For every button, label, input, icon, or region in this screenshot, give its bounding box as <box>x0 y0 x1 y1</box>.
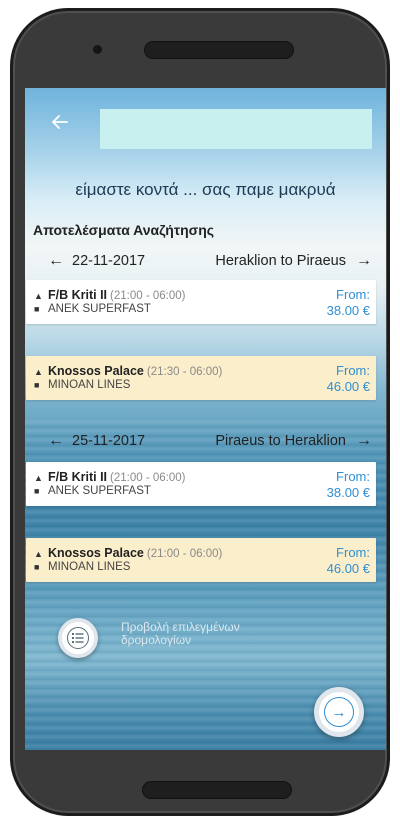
result-card-selected[interactable]: ▲ Knossos Palace (21:30 - 06:00) ■ MINOAN L… <box>26 356 376 400</box>
price-block: From: 46.00 € <box>327 545 370 577</box>
ship-line: ▲ Knossos Palace (21:30 - 06:00) <box>34 364 222 378</box>
car-icon: ■ <box>34 304 40 314</box>
header-title-box <box>100 109 372 149</box>
ship-line: ▲ Knossos Palace (21:00 - 06:00) <box>34 546 222 560</box>
company-line: ■ ANEK SUPERFAST <box>34 303 151 315</box>
person-icon: ▲ <box>34 367 43 377</box>
back-button[interactable] <box>48 112 72 136</box>
person-icon: ▲ <box>34 291 43 301</box>
company-line: ■ MINOAN LINES <box>34 379 130 391</box>
result-card[interactable]: ▲ F/B Kriti II (21:00 - 06:00) ■ ANEK SUPER… <box>26 280 376 324</box>
next-button[interactable]: → <box>314 687 364 737</box>
company-line: ■ MINOAN LINES <box>34 561 130 573</box>
prev-date-button[interactable]: ← 25-11-2017 <box>48 432 145 450</box>
company-name: MINOAN LINES <box>48 379 131 391</box>
car-icon: ■ <box>34 562 40 572</box>
price-block: From: 38.00 € <box>327 287 370 319</box>
view-selected-routes-label[interactable]: Προβολή επιλεγμένων δρομολογίων <box>121 621 271 647</box>
home-bar[interactable] <box>142 781 292 799</box>
from-label: From: <box>336 287 370 302</box>
company-line: ■ ANEK SUPERFAST <box>34 485 151 497</box>
arrow-left-icon: ← <box>48 432 64 449</box>
ship-time: (21:00 - 06:00) <box>146 548 223 560</box>
company-name: ANEK SUPERFAST <box>48 303 151 315</box>
arrow-right-icon: → <box>356 252 372 269</box>
price-block: From: 38.00 € <box>327 469 370 501</box>
slogan-text: είμαστε κοντά ... σας παμε μακρυά <box>75 180 336 199</box>
leg-header: ← 22-11-2017 Heraklion to Piraeus → <box>33 250 378 272</box>
prev-date-button[interactable]: ← 22-11-2017 <box>48 252 145 270</box>
result-card-selected[interactable]: ▲ Knossos Palace (21:00 - 06:00) ■ MINOAN L… <box>26 538 376 582</box>
leg-date: 22-11-2017 <box>72 253 146 269</box>
car-icon: ■ <box>34 486 40 496</box>
ship-time: (21:00 - 06:00) <box>110 472 186 484</box>
speaker-grille <box>144 41 294 59</box>
camera-icon <box>93 45 102 54</box>
price-value: 46.00 € <box>326 561 370 576</box>
price-block: From: 46.00 € <box>327 363 370 395</box>
ship-name: Knossos Palace <box>48 364 144 378</box>
list-icon <box>67 627 89 649</box>
price-value: 46.00 € <box>326 379 370 394</box>
leg-route: Piraeus to Heraklion <box>215 433 346 449</box>
arrow-left-icon: ← <box>48 252 64 269</box>
ship-line: ▲ F/B Kriti II (21:00 - 06:00) <box>34 470 185 484</box>
price-value: 38.00 € <box>326 303 370 318</box>
from-label: From: <box>336 469 370 484</box>
next-date-button[interactable]: Piraeus to Heraklion → <box>215 432 372 450</box>
price-value: 38.00 € <box>326 485 370 500</box>
car-icon: ■ <box>34 380 40 390</box>
view-selected-routes-button[interactable] <box>58 618 98 658</box>
ship-name: F/B Kriti II <box>48 470 108 484</box>
leg-header: ← 25-11-2017 Piraeus to Heraklion → <box>33 430 378 452</box>
ship-time: (21:00 - 06:00) <box>110 290 186 302</box>
app-screen: είμαστε κοντά ... σας παμε μακρυά Αποτελ… <box>25 88 386 750</box>
next-date-button[interactable]: Heraklion to Piraeus → <box>215 252 372 270</box>
company-name: ANEK SUPERFAST <box>48 485 151 497</box>
person-icon: ▲ <box>34 473 43 483</box>
company-name: MINOAN LINES <box>48 561 131 573</box>
arrow-left-icon <box>52 115 68 129</box>
result-card[interactable]: ▲ F/B Kriti II (21:00 - 06:00) ■ ANEK SUPER… <box>26 462 376 506</box>
leg-date: 25-11-2017 <box>72 433 146 449</box>
from-label: From: <box>336 363 370 378</box>
leg-route: Heraklion to Piraeus <box>215 253 346 269</box>
ship-time: (21:30 - 06:00) <box>146 366 223 378</box>
ship-name: Knossos Palace <box>48 546 144 560</box>
arrow-right-icon: → <box>324 697 354 727</box>
arrow-right-icon: → <box>356 432 372 449</box>
ship-line: ▲ F/B Kriti II (21:00 - 06:00) <box>34 288 185 302</box>
from-label: From: <box>336 545 370 560</box>
person-icon: ▲ <box>34 549 43 559</box>
results-title: Αποτελέσματα Αναζήτησης <box>33 222 215 238</box>
ship-name: F/B Kriti II <box>48 288 108 302</box>
